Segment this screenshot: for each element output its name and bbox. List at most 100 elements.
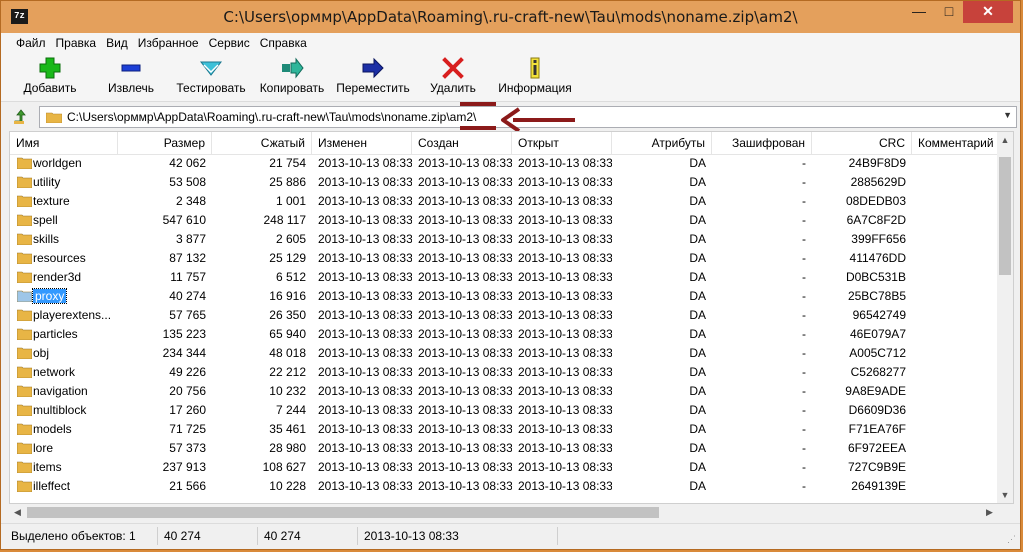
table-row[interactable]: navigation 20 756 10 232 2013-10-13 08:33 20… (10, 382, 998, 401)
col-accessed[interactable]: Открыт (512, 132, 612, 154)
cell-packed: 2 605 (275, 232, 306, 246)
chevron-down-icon[interactable]: ▼ (1003, 110, 1012, 120)
table-row[interactable]: worldgen 42 062 21 754 2013-10-13 08:33 2013… (10, 154, 998, 173)
test-button[interactable]: Тестировать (173, 55, 249, 99)
up-folder-icon[interactable] (13, 109, 29, 125)
table-row[interactable]: illeffect 21 566 10 228 2013-10-13 08:33 201… (10, 477, 998, 496)
cell-created: 2013-10-13 08:33 (418, 308, 512, 322)
cell-name: models (33, 422, 72, 436)
cell-attributes: DA (689, 460, 706, 474)
cell-accessed: 2013-10-13 08:33 (518, 479, 612, 493)
cell-size: 135 223 (162, 327, 206, 341)
scroll-up-arrow[interactable]: ▲ (997, 132, 1013, 148)
delete-icon (440, 55, 466, 81)
menu-view[interactable]: Вид (101, 33, 133, 53)
minimize-button[interactable]: — (905, 1, 933, 23)
cell-packed: 65 940 (269, 327, 306, 341)
col-attributes[interactable]: Атрибуты (612, 132, 712, 154)
menu-favorites[interactable]: Избранное (133, 33, 204, 53)
cell-name: skills (33, 232, 59, 246)
cell-packed: 26 350 (269, 308, 306, 322)
table-row[interactable]: utility 53 508 25 886 2013-10-13 08:33 2013-… (10, 173, 998, 192)
col-packed[interactable]: Сжатый (212, 132, 312, 154)
menu-file[interactable]: Файл (11, 33, 51, 53)
address-field[interactable]: C:\Users\орммр\AppData\Roaming\.ru-craft… (39, 106, 1017, 128)
horizontal-scrollbar[interactable]: ◀ ▶ (9, 504, 1014, 521)
col-encrypted[interactable]: Зашифрован (712, 132, 812, 154)
cell-created: 2013-10-13 08:33 (418, 403, 512, 417)
table-row[interactable]: skills 3 877 2 605 2013-10-13 08:33 2013-10-… (10, 230, 998, 249)
cell-created: 2013-10-13 08:33 (418, 460, 512, 474)
col-name[interactable]: Имя (10, 132, 118, 154)
info-button[interactable]: Информация (495, 55, 575, 99)
table-row[interactable]: texture 2 348 1 001 2013-10-13 08:33 2013-10… (10, 192, 998, 211)
table-row[interactable]: resources 87 132 25 129 2013-10-13 08:33 201… (10, 249, 998, 268)
table-row[interactable]: items 237 913 108 627 2013-10-13 08:33 2013-… (10, 458, 998, 477)
cell-created: 2013-10-13 08:33 (418, 194, 512, 208)
status-date: 2013-10-13 08:33 (357, 527, 557, 545)
close-button[interactable]: ✕ (963, 1, 1013, 23)
cell-size: 2 348 (175, 194, 206, 208)
menu-help[interactable]: Справка (255, 33, 312, 53)
move-button[interactable]: Переместить (335, 55, 411, 99)
table-row[interactable]: proxy 40 274 16 916 2013-10-13 08:33 2013-10… (10, 287, 998, 306)
cell-crc: 2649139E (851, 479, 906, 493)
maximize-button[interactable]: □ (935, 1, 963, 23)
scroll-down-arrow[interactable]: ▼ (997, 487, 1013, 503)
cell-size: 20 756 (169, 384, 206, 398)
cell-accessed: 2013-10-13 08:33 (518, 460, 612, 474)
cell-size: 11 757 (170, 270, 206, 284)
table-row[interactable]: obj 234 344 48 018 2013-10-13 08:33 2013-10-… (10, 344, 998, 363)
col-size[interactable]: Размер (118, 132, 212, 154)
table-row[interactable]: multiblock 17 260 7 244 2013-10-13 08:33 201… (10, 401, 998, 420)
status-packed: 40 274 (257, 527, 357, 545)
cell-size: 547 610 (162, 213, 206, 227)
test-icon (198, 55, 224, 81)
col-crc[interactable]: CRC (812, 132, 912, 154)
cell-attributes: DA (689, 289, 706, 303)
col-modified[interactable]: Изменен (312, 132, 412, 154)
table-row[interactable]: particles 135 223 65 940 2013-10-13 08:33 20… (10, 325, 998, 344)
cell-packed: 48 018 (269, 346, 306, 360)
table-row[interactable]: models 71 725 35 461 2013-10-13 08:33 2013-1… (10, 420, 998, 439)
table-row[interactable]: spell 547 610 248 117 2013-10-13 08:33 2013-… (10, 211, 998, 230)
delete-button[interactable]: Удалить (421, 55, 485, 99)
table-row[interactable]: render3d 11 757 6 512 2013-10-13 08:33 2013-… (10, 268, 998, 287)
cell-size: 3 877 (175, 232, 206, 246)
scroll-right-arrow[interactable]: ▶ (981, 504, 998, 521)
cell-accessed: 2013-10-13 08:33 (518, 289, 612, 303)
table-row[interactable]: lore 57 373 28 980 2013-10-13 08:33 2013-10-… (10, 439, 998, 458)
cell-modified: 2013-10-13 08:33 (318, 479, 412, 493)
cell-attributes: DA (689, 270, 706, 284)
cell-modified: 2013-10-13 08:33 (318, 175, 412, 189)
cell-encrypted: - (802, 441, 806, 455)
table-row[interactable]: playerextens... 57 765 26 350 2013-10-13 08… (10, 306, 998, 325)
copy-button[interactable]: Копировать (257, 55, 327, 99)
col-created[interactable]: Создан (412, 132, 512, 154)
menu-tools[interactable]: Сервис (204, 33, 255, 53)
cell-attributes: DA (689, 175, 706, 189)
cell-accessed: 2013-10-13 08:33 (518, 156, 612, 170)
table-row[interactable]: network 49 226 22 212 2013-10-13 08:33 2013-… (10, 363, 998, 382)
resize-grip-icon[interactable]: ⋰ (1007, 534, 1016, 545)
cell-created: 2013-10-13 08:33 (418, 479, 512, 493)
add-button[interactable]: Добавить (15, 55, 85, 99)
cell-packed: 10 228 (269, 479, 306, 493)
vertical-scrollbar[interactable]: ▲ ▼ (997, 132, 1013, 503)
cell-name: network (33, 365, 76, 379)
title-bar[interactable]: 7z C:\Users\орммр\AppData\Roaming\.ru-cr… (1, 1, 1020, 33)
cell-crc: 399FF656 (851, 232, 906, 246)
cell-packed: 10 232 (269, 384, 306, 398)
horizontal-scroll-thumb[interactable] (27, 507, 659, 518)
extract-label: Извлечь (107, 81, 154, 95)
scroll-left-arrow[interactable]: ◀ (9, 504, 26, 521)
file-list[interactable]: Имя Размер Сжатый Изменен Создан Открыт … (9, 131, 1014, 504)
cell-encrypted: - (802, 422, 806, 436)
status-bar: Выделено объектов: 1 40 274 40 274 2013-… (1, 523, 1020, 548)
cell-crc: 2885629D (850, 175, 906, 189)
extract-button[interactable]: Извлечь (97, 55, 165, 99)
menu-edit[interactable]: Правка (51, 33, 102, 53)
vertical-scroll-thumb[interactable] (999, 157, 1011, 275)
col-comment[interactable]: Комментарий (912, 132, 998, 154)
status-selected: Выделено объектов: 1 (11, 529, 136, 543)
